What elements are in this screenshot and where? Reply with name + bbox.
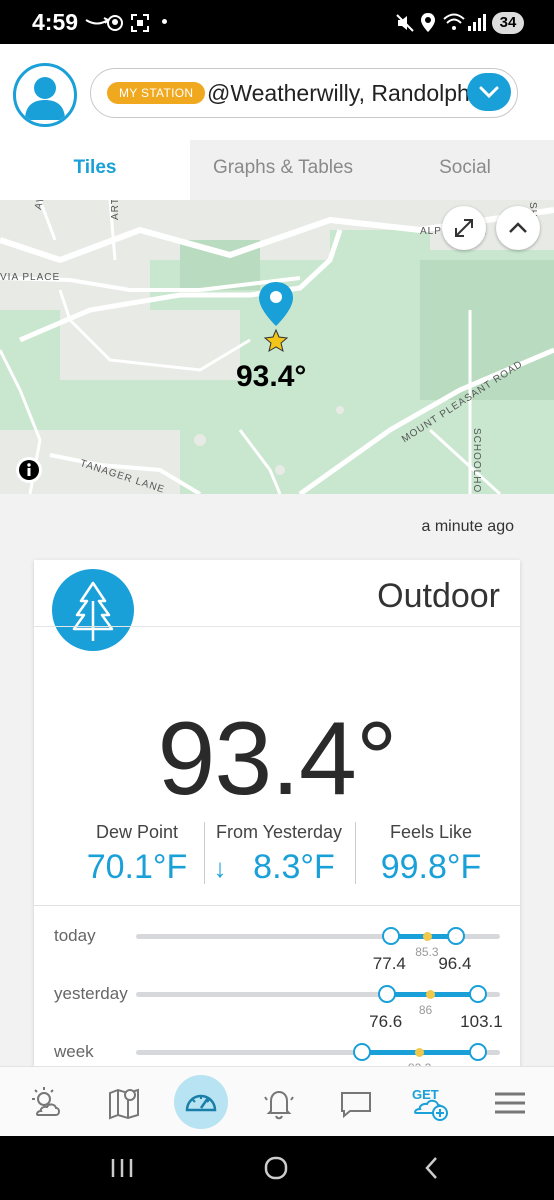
- range-avg-value: 85.3: [415, 945, 439, 959]
- range-high-knob: [447, 927, 466, 945]
- outdoor-temperature: 93.4°: [157, 701, 397, 817]
- forecast-icon[interactable]: [22, 1079, 70, 1127]
- station-pin-icon[interactable]: [256, 280, 298, 356]
- range-track: [136, 927, 500, 945]
- signal-icon: [468, 14, 486, 31]
- range-avg-dot: [422, 932, 432, 941]
- divider: [34, 626, 520, 627]
- dew-point-value: 70.1°F: [86, 848, 188, 886]
- range-track: [136, 1043, 500, 1061]
- range-avg-dot: [415, 1048, 425, 1057]
- info-icon: [19, 460, 39, 480]
- expand-icon: [455, 219, 473, 237]
- status-bar: 4:59 34: [0, 0, 554, 44]
- range-avg-value: 86: [418, 1003, 433, 1017]
- chevron-down-icon: [479, 86, 499, 99]
- map-icon[interactable]: [100, 1079, 148, 1127]
- system-nav-bar: [0, 1136, 554, 1200]
- range-high-knob: [469, 1043, 488, 1061]
- range-row-yesterday: yesterday 76.6 86 103.1: [34, 984, 520, 1044]
- notification-dot: [162, 19, 167, 24]
- range-avg-dot: [426, 990, 436, 999]
- back-icon[interactable]: [420, 1155, 444, 1181]
- recents-icon[interactable]: [108, 1156, 136, 1180]
- get-icon[interactable]: [410, 1089, 458, 1137]
- location-icon: [421, 13, 435, 32]
- from-yesterday-label: From Yesterday: [215, 822, 343, 842]
- user-icon: [25, 77, 65, 120]
- tab-social[interactable]: Social: [376, 140, 554, 200]
- range-high-value: 96.4: [438, 954, 472, 973]
- app-header: MY STATION @Weatherwilly, Randolph: [0, 44, 554, 140]
- range-high-value: 103.1: [460, 1012, 503, 1031]
- feels-like-value: 99.8°F: [380, 848, 482, 886]
- tree-icon: [72, 581, 114, 641]
- range-low-knob: [378, 985, 397, 1003]
- avatar[interactable]: [13, 63, 77, 127]
- my-station-badge: MY STATION: [107, 82, 206, 104]
- station-dropdown-button[interactable]: [467, 73, 511, 111]
- range-label: today: [54, 926, 96, 945]
- dew-point-label: Dew Point: [95, 822, 179, 842]
- chat-icon[interactable]: [332, 1079, 380, 1127]
- tab-bar: Tiles Graphs & Tables Social: [0, 140, 554, 200]
- street-label: VIA PLACE: [0, 272, 61, 283]
- divider: [34, 905, 520, 906]
- collapse-map-button[interactable]: [496, 206, 540, 250]
- station-map[interactable]: AVENUE ART VIA PLACE ALPINE AVE SHAD MOU…: [0, 200, 554, 494]
- expand-map-button[interactable]: [442, 206, 486, 250]
- station-selector[interactable]: MY STATION @Weatherwilly, Randolph: [90, 68, 518, 118]
- tab-graphs-tables[interactable]: Graphs & Tables: [190, 140, 376, 200]
- feels-like-label: Feels Like: [389, 822, 473, 842]
- street-label: ART: [110, 200, 121, 220]
- tile-title: Outdoor: [377, 577, 500, 615]
- screenshot-icon: [131, 14, 149, 32]
- from-yesterday-value: 8.3°F: [253, 848, 335, 886]
- range-low-value: 76.6: [369, 1012, 403, 1031]
- range-label: yesterday: [54, 984, 128, 1003]
- down-arrow-icon: ↓: [213, 853, 227, 883]
- map-temperature: 93.4°: [236, 360, 307, 393]
- range-label: week: [54, 1042, 94, 1061]
- last-updated: a minute ago: [421, 518, 514, 535]
- menu-icon[interactable]: [486, 1079, 534, 1127]
- home-icon[interactable]: [263, 1155, 291, 1181]
- bottom-nav: GET: [0, 1066, 554, 1136]
- snapchat-icon: [107, 15, 123, 31]
- tab-tiles[interactable]: Tiles: [0, 140, 190, 200]
- street-label: SCHOOLHO: [471, 428, 482, 494]
- status-time: 4:59: [32, 9, 79, 35]
- range-track: [136, 985, 500, 1003]
- range-low-knob: [381, 927, 400, 945]
- station-name: @Weatherwilly, Randolph: [207, 80, 470, 106]
- range-low-knob: [352, 1043, 371, 1061]
- battery-indicator: 34: [492, 12, 524, 34]
- mute-icon: [396, 14, 414, 32]
- wifi-icon: [443, 13, 465, 30]
- dashboard-icon[interactable]: [177, 1078, 225, 1126]
- map-info-button[interactable]: [16, 457, 42, 483]
- chevron-up-icon: [509, 222, 527, 233]
- range-low-value: 77.4: [372, 954, 406, 973]
- outdoor-tile[interactable]: Outdoor 93.4° Dew Point 70.1°F From Yest…: [34, 560, 520, 1080]
- range-row-today: today 77.4 85.3 96.4: [34, 926, 520, 986]
- alerts-icon[interactable]: [255, 1079, 303, 1127]
- outdoor-icon-badge: [52, 569, 134, 651]
- range-high-knob: [469, 985, 488, 1003]
